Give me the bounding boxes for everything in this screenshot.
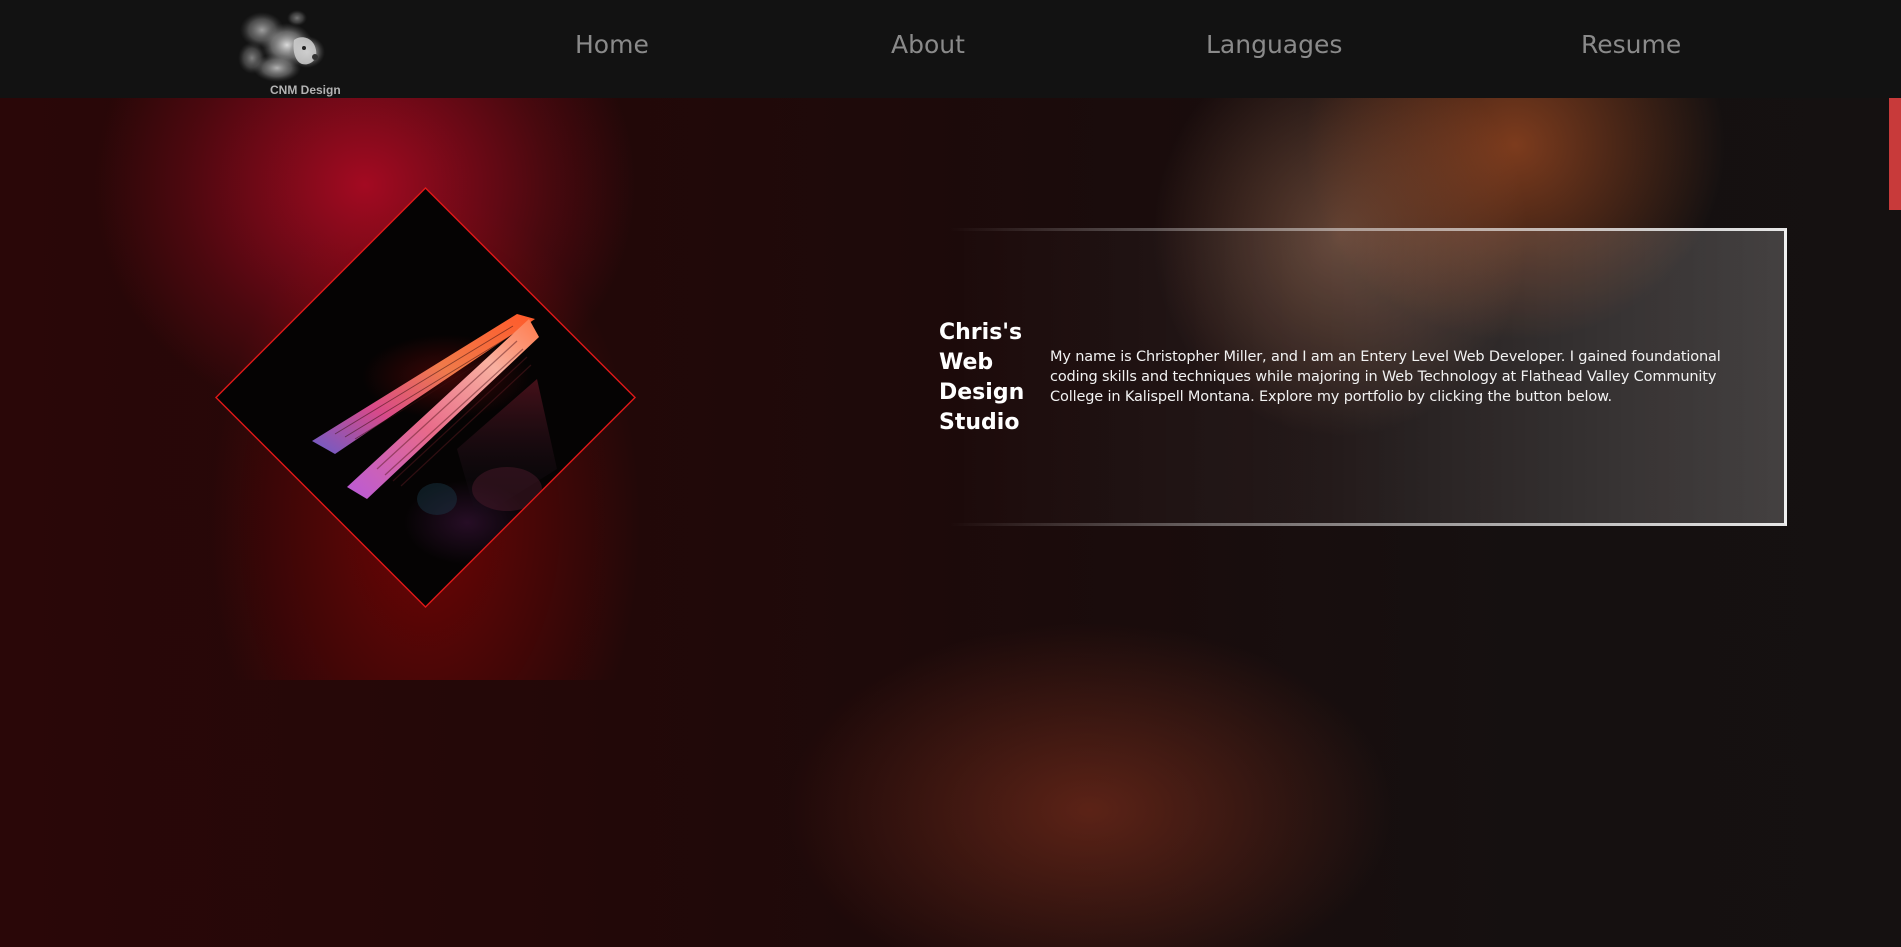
scrollbar-thumb[interactable] xyxy=(1889,98,1901,210)
card-bottom-border xyxy=(950,523,1787,526)
card-top-border xyxy=(950,228,1787,231)
nav-link-home[interactable]: Home xyxy=(575,30,649,59)
navbar: CNM Design Home About Languages Resume xyxy=(0,0,1901,98)
logo-text: CNM Design xyxy=(270,83,341,97)
nav-link-resume[interactable]: Resume xyxy=(1581,30,1681,59)
studio-title: Chris's Web Design Studio xyxy=(939,320,1025,435)
nav-link-languages[interactable]: Languages xyxy=(1206,30,1342,59)
nav-link-about[interactable]: About xyxy=(891,30,965,59)
page: CNM Design Home About Languages Resume C… xyxy=(0,0,1901,947)
site-logo[interactable]: CNM Design xyxy=(232,0,342,98)
intro-paragraph: My name is Christopher Miller, and I am … xyxy=(1050,349,1721,405)
